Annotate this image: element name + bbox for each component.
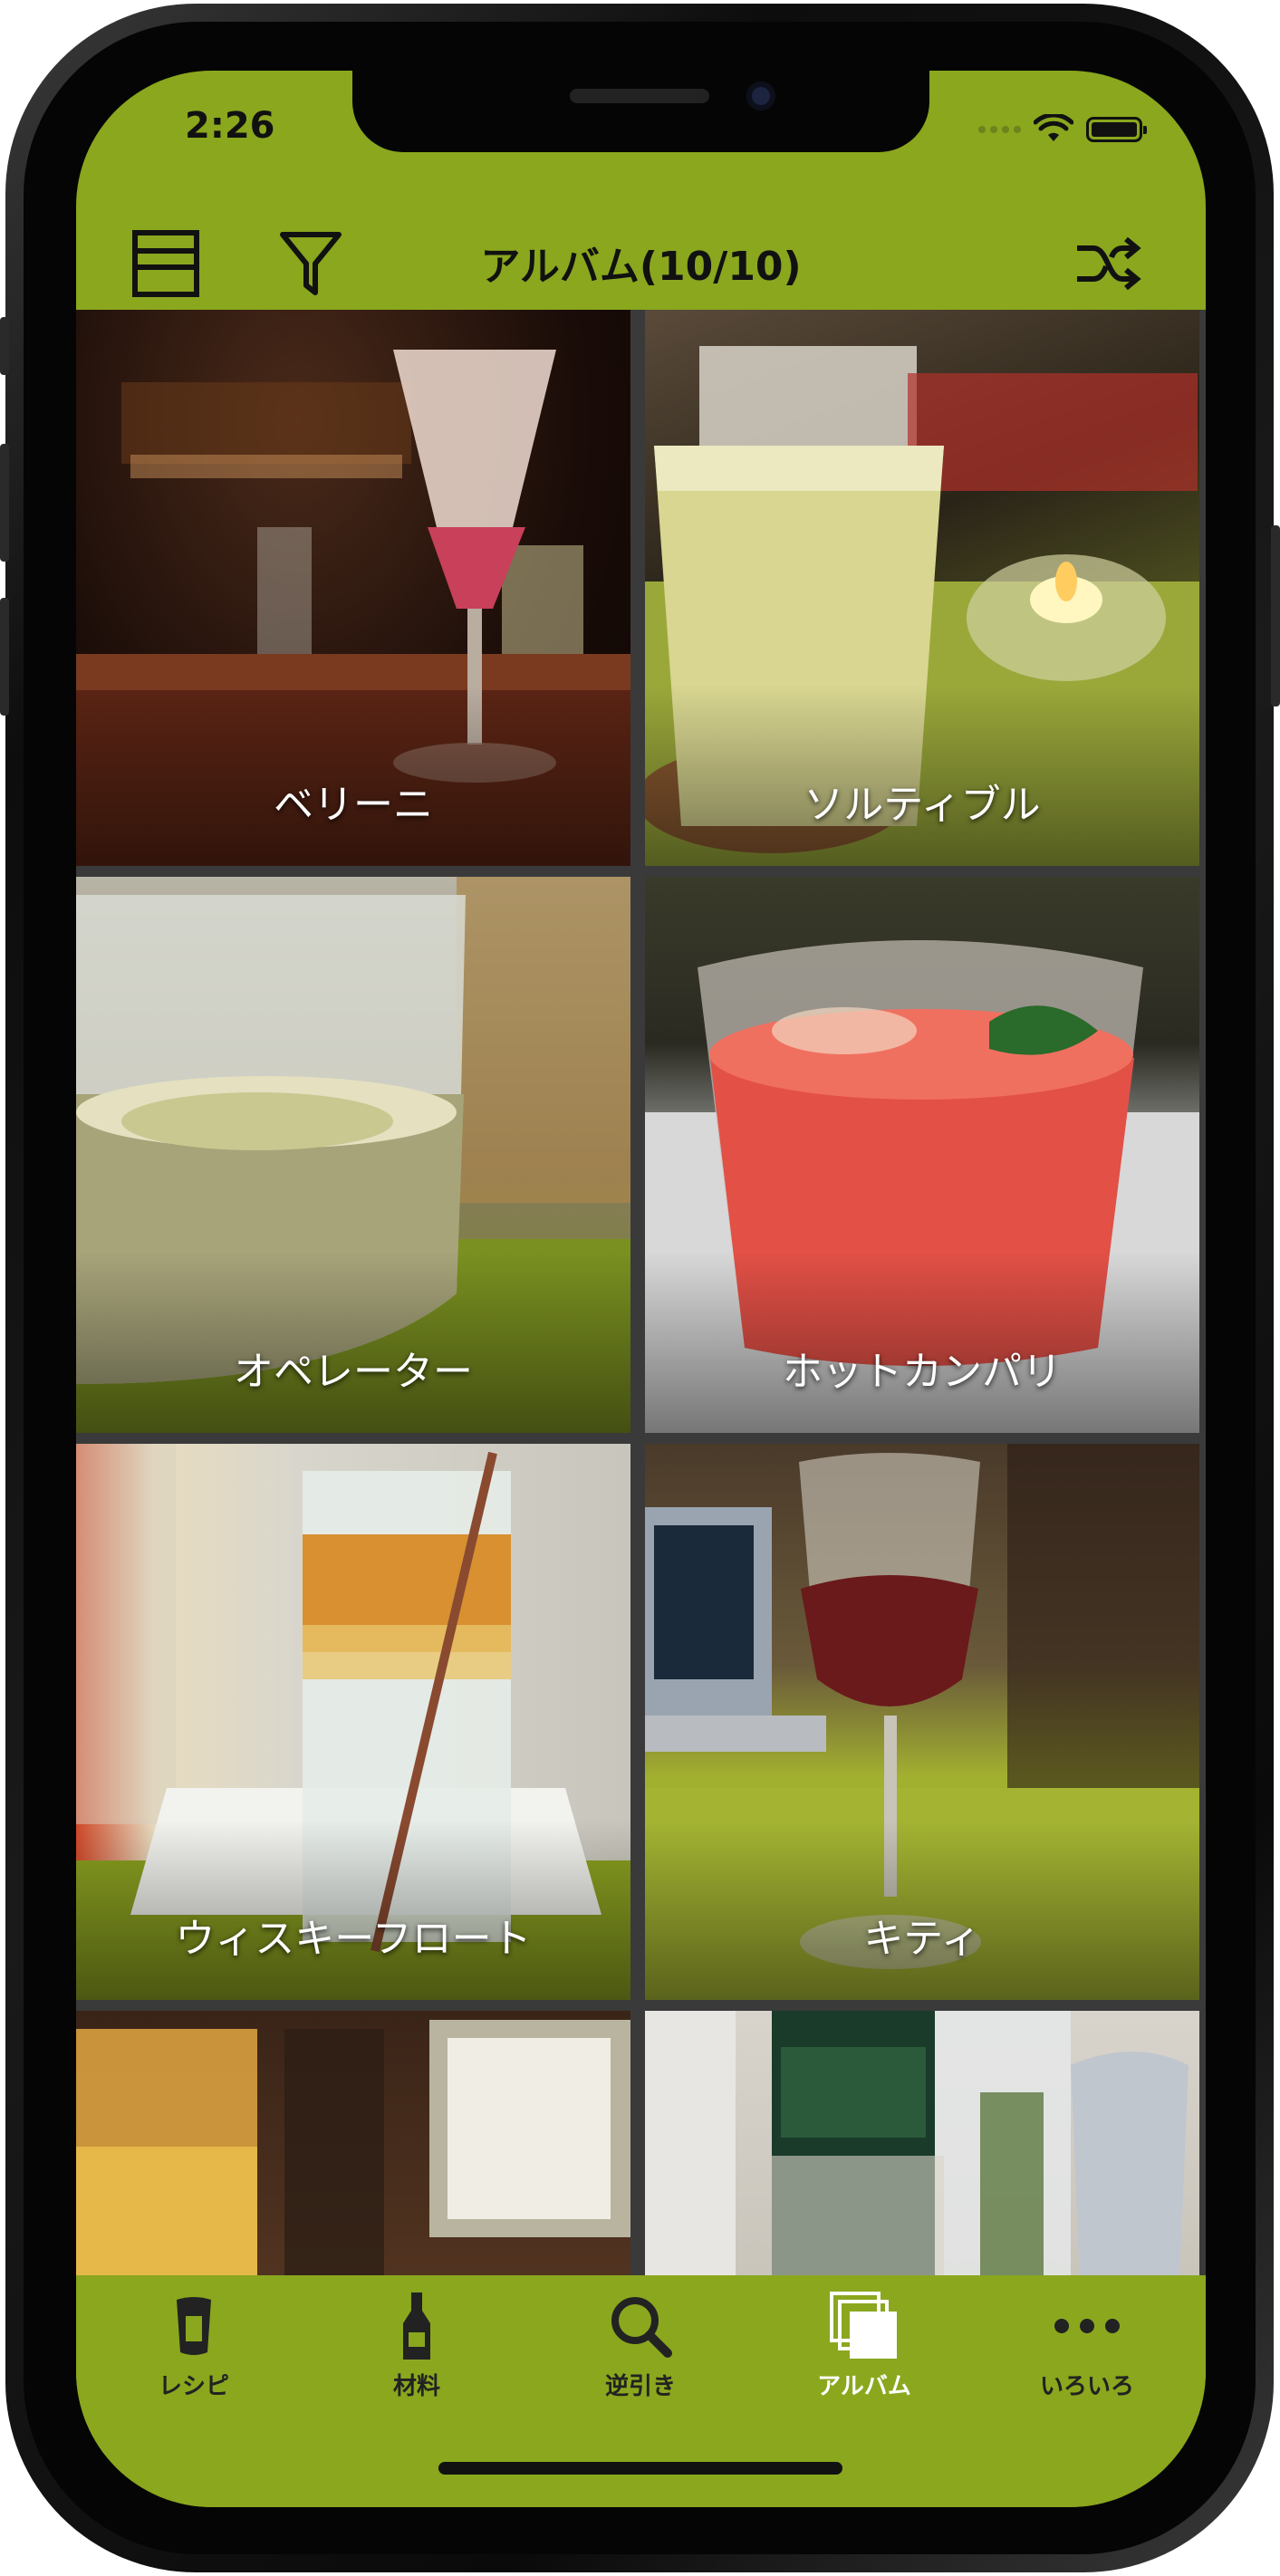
album-grid: ベリーニ ソルティブル オペレーター ホットカンパリ ウィスキーフロート キティ [76, 310, 1206, 2362]
album-item-label: ソルティブル [804, 782, 1041, 828]
status-time: 2:26 [185, 105, 275, 147]
page-title: アルバム(10/10) [480, 244, 802, 290]
front-camera [746, 82, 775, 111]
status-icons [978, 114, 1147, 145]
tab-recipe[interactable]: レシピ [121, 2290, 266, 2400]
tab-label: レシピ [158, 2373, 229, 2400]
album-item-label: ホットカンパリ [783, 1349, 1062, 1395]
battery-icon [1086, 117, 1147, 142]
album-item-label: ベリーニ [274, 782, 433, 828]
tab-label: 材料 [392, 2373, 440, 2400]
album-item-kitty[interactable]: キティ [645, 1444, 1199, 2000]
album-item-salty-bull[interactable]: ソルティブル [645, 310, 1199, 866]
album-item-bellini[interactable]: ベリーニ [76, 310, 630, 866]
album-icon [830, 2292, 897, 2359]
tab-ingredients[interactable]: 材料 [344, 2290, 489, 2400]
album-item-hot-campari[interactable]: ホットカンパリ [645, 877, 1199, 1433]
more-icon [1054, 2319, 1120, 2333]
power-button [1271, 525, 1280, 706]
tab-label: アルバム [817, 2373, 911, 2400]
album-item-label: ウィスキーフロート [175, 1916, 532, 1962]
search-icon [611, 2297, 672, 2358]
bottle-icon [403, 2292, 430, 2360]
volume-up-button [0, 444, 9, 562]
album-item-label: オペレーター [234, 1349, 473, 1395]
tab-label: いろいろ [1039, 2373, 1134, 2400]
beer-glass-icon [177, 2297, 211, 2355]
shuffle-icon [1077, 236, 1141, 291]
notch [352, 71, 929, 152]
album-item-operator[interactable]: オペレーター [76, 877, 630, 1433]
signal-icon [978, 126, 1021, 133]
mute-switch [0, 317, 9, 375]
shuffle-button[interactable] [1073, 228, 1143, 299]
tab-album[interactable]: アルバム [792, 2290, 937, 2400]
album-item-whisky-float[interactable]: ウィスキーフロート [76, 1444, 630, 2000]
tab-more[interactable]: いろいろ [1015, 2290, 1160, 2400]
speaker [570, 89, 709, 103]
tab-reverse-lookup[interactable]: 逆引き [568, 2290, 713, 2400]
navigation-bar: アルバム(10/10) [76, 216, 1206, 306]
volume-down-button [0, 598, 9, 716]
wifi-icon [1034, 114, 1073, 141]
screen: 2:26 アルバム(10/10) ベリーニ ソルティブル オペレーター ホットカ… [76, 71, 1206, 2507]
tab-label: 逆引き [604, 2373, 676, 2400]
home-indicator[interactable] [438, 2462, 842, 2475]
album-item-label: キティ [863, 1916, 981, 1962]
